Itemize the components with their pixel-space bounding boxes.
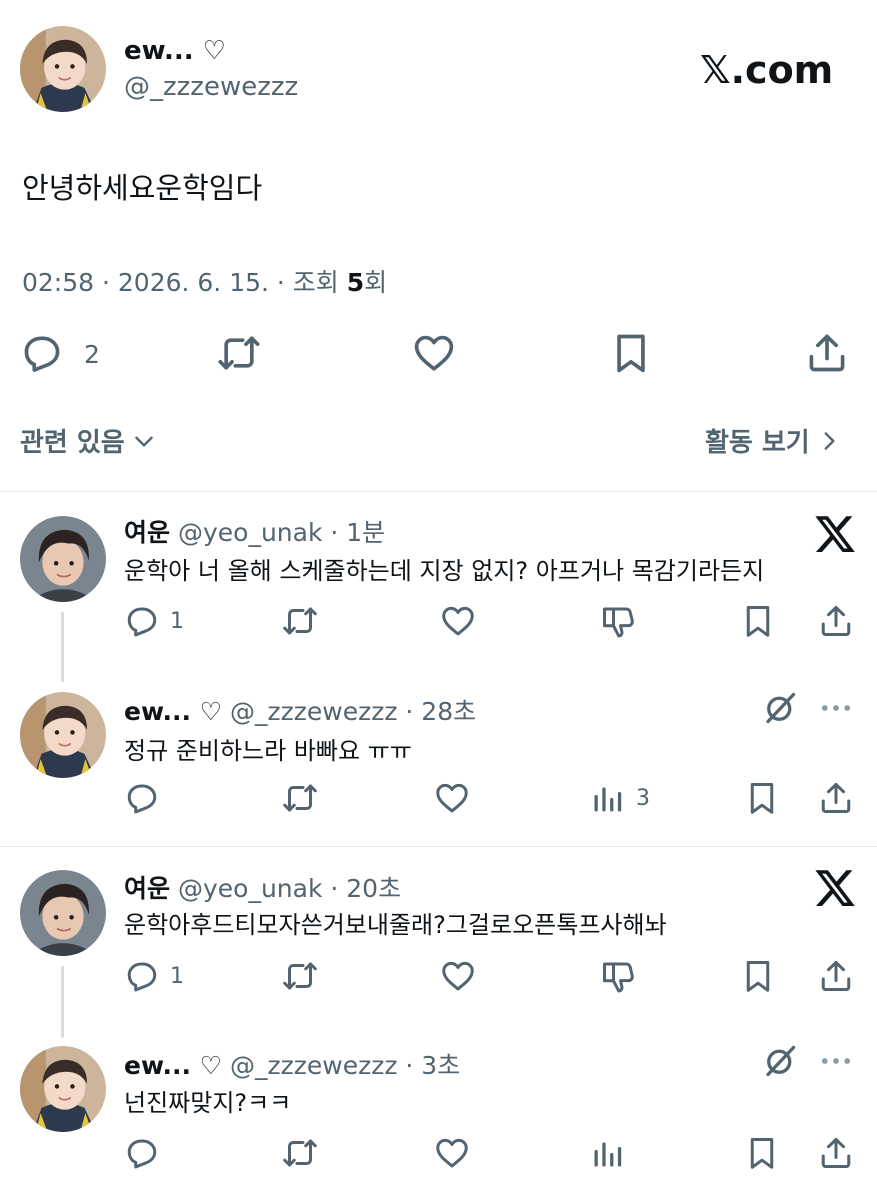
activity-label: 활동 보기 xyxy=(705,428,810,458)
heart-icon[interactable] xyxy=(434,780,470,816)
activity-link[interactable]: 활동 보기 xyxy=(705,422,842,459)
views-count: 3 xyxy=(636,786,650,811)
reply-author-name[interactable]: ew... ♡ xyxy=(124,697,222,726)
share-icon[interactable] xyxy=(818,958,854,994)
share-icon[interactable] xyxy=(805,331,849,375)
share-icon[interactable] xyxy=(818,1135,854,1171)
avatar[interactable] xyxy=(20,516,106,602)
heart-icon[interactable] xyxy=(440,603,476,639)
retweet-icon[interactable] xyxy=(281,958,319,994)
thread-line xyxy=(61,612,64,682)
reply-text: 운학아 너 올해 스케줄하는데 지장 없지? 아프거나 목감기라든지 xyxy=(124,557,765,585)
reply-header: 여운 @yeo_unak · 1분 xyxy=(124,513,385,549)
thumbs-down-icon[interactable] xyxy=(600,958,636,994)
bookmark-icon[interactable] xyxy=(609,331,653,375)
chevron-right-icon xyxy=(816,428,842,454)
related-filter[interactable]: 관련 있음 xyxy=(20,422,157,459)
reply-text: 정규 준비하느라 바빠요 ㅠㅠ xyxy=(124,737,412,765)
x-logo-icon xyxy=(813,866,857,910)
reply-handle-time[interactable]: @_zzzewezzz · 3초 xyxy=(230,1051,460,1080)
share-icon[interactable] xyxy=(818,603,854,639)
view-suffix: 회 xyxy=(364,268,388,297)
more-icon[interactable] xyxy=(818,1043,854,1079)
reply-icon[interactable] xyxy=(124,958,160,994)
post-timestamp: 02:58 · 2026. 6. 15. · 조회 xyxy=(22,268,347,297)
reply-count: 1 xyxy=(170,609,184,634)
retweet-icon[interactable] xyxy=(281,1135,319,1171)
view-count: 5 xyxy=(346,268,365,297)
reply-text: 운학아후드티모자쓴거보내줄래?그걸로오픈톡프사해놔 xyxy=(124,911,667,939)
reply-handle-time[interactable]: @_zzzewezzz · 28초 xyxy=(230,697,476,726)
more-icon[interactable] xyxy=(818,690,854,726)
avatar[interactable] xyxy=(20,692,106,778)
thread-line xyxy=(61,966,64,1038)
share-icon[interactable] xyxy=(818,780,854,816)
bookmark-icon[interactable] xyxy=(740,958,776,994)
chevron-down-icon xyxy=(131,428,157,454)
retweet-icon[interactable] xyxy=(281,780,319,816)
reply-author-name[interactable]: ew... ♡ xyxy=(124,1051,222,1080)
retweet-icon[interactable] xyxy=(281,603,319,639)
related-label: 관련 있음 xyxy=(20,428,125,458)
avatar[interactable] xyxy=(20,870,106,956)
grok-icon[interactable] xyxy=(762,690,798,726)
avatar[interactable] xyxy=(20,26,106,112)
analytics-icon[interactable] xyxy=(590,780,626,816)
author-handle[interactable]: @_zzzewezzz xyxy=(124,72,298,102)
divider xyxy=(0,846,877,847)
retweet-icon[interactable] xyxy=(216,331,262,375)
avatar[interactable] xyxy=(20,1046,106,1132)
reply-author-name[interactable]: 여운 xyxy=(124,518,170,547)
grok-icon[interactable] xyxy=(762,1043,798,1079)
reply-text: 넌진짜맞지?ㅋㅋ xyxy=(124,1089,292,1117)
bookmark-icon[interactable] xyxy=(744,780,780,816)
bookmark-icon[interactable] xyxy=(740,603,776,639)
reply-count: 2 xyxy=(84,340,100,369)
reply-icon[interactable] xyxy=(20,331,64,375)
author-name[interactable]: ew... ♡ xyxy=(124,36,226,66)
x-logo-icon xyxy=(813,512,857,556)
thumbs-down-icon[interactable] xyxy=(600,603,636,639)
reply-icon[interactable] xyxy=(124,603,160,639)
reply-icon[interactable] xyxy=(124,1135,160,1171)
divider xyxy=(0,491,877,492)
analytics-icon[interactable] xyxy=(590,1135,626,1171)
post-meta: 02:58 · 2026. 6. 15. · 조회 5회 xyxy=(22,263,387,299)
heart-icon[interactable] xyxy=(412,331,456,375)
heart-icon[interactable] xyxy=(434,1135,470,1171)
reply-header: 여운 @yeo_unak · 20초 xyxy=(124,869,401,905)
reply-count: 1 xyxy=(170,964,184,989)
reply-header: ew... ♡ @_zzzewezzz · 3초 xyxy=(124,1046,460,1082)
reply-handle-time[interactable]: @yeo_unak · 1분 xyxy=(178,518,385,547)
reply-header: ew... ♡ @_zzzewezzz · 28초 xyxy=(124,692,476,728)
reply-author-name[interactable]: 여운 xyxy=(124,874,170,903)
bookmark-icon[interactable] xyxy=(744,1135,780,1171)
brand-logo: 𝕏.com xyxy=(700,48,834,92)
post-text: 안녕하세요운학임다 xyxy=(22,171,263,205)
heart-icon[interactable] xyxy=(440,958,476,994)
reply-handle-time[interactable]: @yeo_unak · 20초 xyxy=(178,874,401,903)
reply-icon[interactable] xyxy=(124,780,160,816)
